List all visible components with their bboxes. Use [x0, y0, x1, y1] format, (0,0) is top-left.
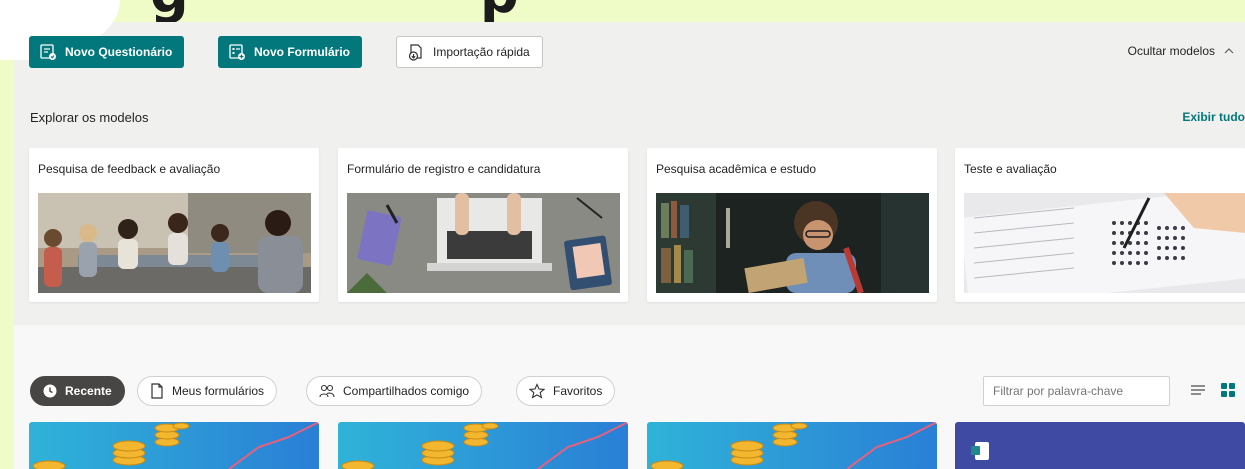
- new-form-button[interactable]: Novo Formulário: [218, 36, 363, 68]
- keyword-filter-field[interactable]: [983, 376, 1170, 406]
- template-card-registration[interactable]: Formulário de registro e candidatura: [338, 148, 628, 302]
- form-card-thumbnail[interactable]: [955, 422, 1245, 469]
- template-card-title: Formulário de registro e candidatura: [347, 162, 541, 176]
- form-card-thumbnail[interactable]: [647, 422, 937, 469]
- tab-favorites[interactable]: Favoritos: [516, 376, 616, 406]
- show-all-link[interactable]: Exibir tudo: [1182, 110, 1245, 124]
- tab-recent[interactable]: Recente: [30, 376, 125, 406]
- library-image: [656, 193, 929, 293]
- tab-my-forms-label: Meus formulários: [172, 384, 265, 398]
- top-banner: g p: [0, 0, 1245, 22]
- quiz-icon: [40, 44, 56, 60]
- template-card-title: Pesquisa acadêmica e estudo: [656, 162, 817, 176]
- quick-import-button[interactable]: Importação rápida: [396, 36, 543, 68]
- banner-heading-fragment: g p: [150, 0, 521, 22]
- hide-models-label: Ocultar modelos: [1127, 44, 1215, 58]
- clock-icon: [43, 384, 57, 398]
- people-icon: [319, 384, 335, 398]
- tab-shared-with-me[interactable]: Compartilhados comigo: [306, 376, 483, 406]
- new-form-label: Novo Formulário: [254, 45, 351, 59]
- template-card-feedback[interactable]: Pesquisa de feedback e avaliação: [29, 148, 319, 302]
- form-card-thumbnail[interactable]: [338, 422, 628, 469]
- template-card-test[interactable]: Teste e avaliação: [955, 148, 1245, 302]
- laptop-image: [347, 193, 620, 293]
- svg-text:g: g: [150, 0, 191, 22]
- form-icon: [229, 44, 245, 60]
- classroom-image: [38, 193, 311, 293]
- new-quiz-label: Novo Questionário: [65, 45, 173, 59]
- explore-templates-title: Explorar os modelos: [30, 110, 149, 125]
- tab-shared-label: Compartilhados comigo: [343, 384, 470, 398]
- tab-favorites-label: Favoritos: [553, 384, 603, 398]
- form-card-thumbnail[interactable]: [29, 422, 319, 469]
- star-icon: [529, 383, 545, 399]
- tab-recent-label: Recente: [65, 384, 112, 398]
- template-card-academic[interactable]: Pesquisa acadêmica e estudo: [647, 148, 937, 302]
- template-card-title: Pesquisa de feedback e avaliação: [38, 162, 221, 176]
- import-icon: [408, 44, 422, 61]
- template-card-title: Teste e avaliação: [964, 162, 1057, 176]
- grid-view-icon[interactable]: [1218, 380, 1238, 400]
- new-quiz-button[interactable]: Novo Questionário: [29, 36, 185, 68]
- document-icon: [151, 383, 163, 399]
- tab-my-forms[interactable]: Meus formulários: [137, 376, 278, 406]
- left-highlight-strip: [0, 0, 14, 469]
- quick-import-label: Importação rápida: [433, 45, 530, 59]
- list-view-icon[interactable]: [1188, 380, 1208, 400]
- chevron-up-icon: [1224, 48, 1234, 54]
- svg-text:p: p: [480, 0, 521, 22]
- keyword-filter-input[interactable]: [993, 384, 1160, 398]
- exam-sheet-image: [964, 193, 1245, 293]
- hide-models-toggle[interactable]: Ocultar modelos: [1128, 44, 1235, 58]
